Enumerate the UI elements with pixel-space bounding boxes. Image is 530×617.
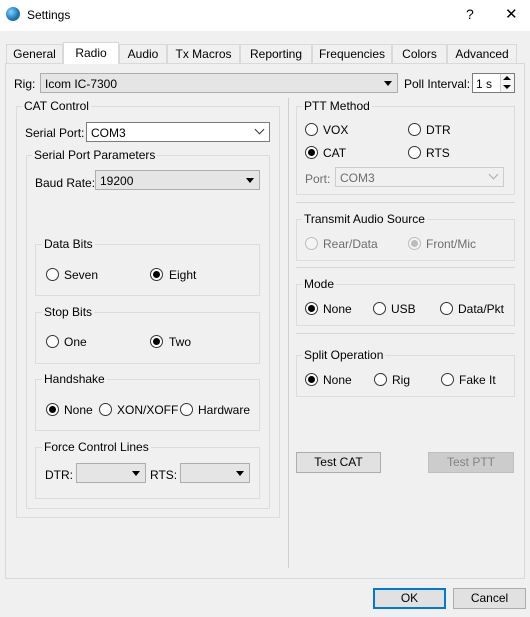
stop-bits-one-radio[interactable] <box>46 335 59 348</box>
stop-bits-title: Stop Bits <box>42 305 95 319</box>
handshake-none-radio[interactable] <box>46 403 59 416</box>
split-none-label: None <box>323 373 352 387</box>
ptt-vox-label: VOX <box>323 123 349 137</box>
mode-usb-radio[interactable] <box>373 302 386 315</box>
rig-label: Rig: <box>14 77 36 91</box>
ptt-cat-radio[interactable] <box>305 146 318 159</box>
tx-audio-front-radio[interactable] <box>408 237 421 250</box>
tab-advanced[interactable]: Advanced <box>447 44 517 63</box>
tab-reporting[interactable]: Reporting <box>240 44 312 63</box>
window-title: Settings <box>27 8 71 22</box>
serial-port-parameters-title: Serial Port Parameters <box>32 148 158 162</box>
split-rig-radio[interactable] <box>374 373 387 386</box>
force-control-lines-title: Force Control Lines <box>42 440 151 454</box>
ptt-cat-label: CAT <box>323 146 347 160</box>
dtr-label: DTR: <box>45 468 73 482</box>
mode-none-radio[interactable] <box>305 302 318 315</box>
dropdown-arrow-icon <box>246 178 254 183</box>
ptt-port-label: Port: <box>305 172 331 186</box>
tab-tx-macros[interactable]: Tx Macros <box>167 44 240 63</box>
rts-label: RTS: <box>150 468 178 482</box>
serial-port-label: Serial Port: <box>25 126 85 140</box>
data-bits-title: Data Bits <box>42 237 95 251</box>
mode-title: Mode <box>302 277 337 291</box>
dropdown-arrow-icon <box>132 471 140 476</box>
transmit-audio-source-title: Transmit Audio Source <box>302 212 427 226</box>
handshake-xonxoff-label: XON/XOFF <box>117 403 179 417</box>
handshake-none-label: None <box>64 403 93 417</box>
column-divider <box>288 98 289 568</box>
handshake-hardware-label: Hardware <box>198 403 251 417</box>
rts-select[interactable] <box>180 463 250 483</box>
tab-colors[interactable]: Colors <box>392 44 447 63</box>
dropdown-arrow-icon <box>236 471 244 476</box>
ptt-rts-label: RTS <box>426 146 450 160</box>
dropdown-arrow-icon <box>384 81 392 86</box>
close-icon[interactable]: ✕ <box>505 5 518 23</box>
ptt-dtr-label: DTR <box>426 123 451 137</box>
stop-bits-one-label: One <box>64 335 87 349</box>
baud-rate-value: 19200 <box>100 174 134 188</box>
mode-none-label: None <box>323 302 352 316</box>
tab-audio[interactable]: Audio <box>119 44 167 63</box>
tx-audio-rear-radio[interactable] <box>305 237 318 250</box>
serial-port-select[interactable]: COM3 <box>86 122 270 142</box>
tx-audio-rear-label: Rear/Data <box>323 237 378 251</box>
test-cat-button[interactable]: Test CAT <box>296 452 381 473</box>
test-ptt-button[interactable]: Test PTT <box>428 452 514 473</box>
ptt-port-select[interactable]: COM3 <box>335 167 504 187</box>
handshake-hardware-radio[interactable] <box>180 403 193 416</box>
ptt-method-title: PTT Method <box>302 99 372 113</box>
mode-usb-label: USB <box>391 302 416 316</box>
rig-select-value: Icom IC-7300 <box>45 77 118 91</box>
handshake-title: Handshake <box>42 372 107 386</box>
split-rig-label: Rig <box>392 373 411 387</box>
ok-button[interactable]: OK <box>373 588 446 609</box>
baud-rate-select[interactable]: 19200 <box>95 170 260 190</box>
poll-interval-spinner[interactable]: 1 s <box>472 73 515 93</box>
chevron-down-icon <box>254 124 265 135</box>
split-none-radio[interactable] <box>305 373 318 386</box>
ptt-rts-radio[interactable] <box>408 146 421 159</box>
dtr-select[interactable] <box>76 463 146 483</box>
cat-control-title: CAT Control <box>22 99 91 113</box>
split-fakeit-radio[interactable] <box>441 373 454 386</box>
data-bits-seven-label: Seven <box>64 268 99 282</box>
stop-bits-two-label: Two <box>169 335 192 349</box>
separator <box>296 333 515 334</box>
baud-rate-label: Baud Rate: <box>35 176 96 190</box>
separator <box>296 267 515 268</box>
poll-interval-value: 1 s <box>476 77 493 91</box>
app-globe-icon <box>6 7 20 21</box>
serial-port-value: COM3 <box>91 126 126 140</box>
split-operation-title: Split Operation <box>302 348 386 362</box>
rig-select[interactable]: Icom IC-7300 <box>40 73 398 93</box>
mode-datapkt-radio[interactable] <box>440 302 453 315</box>
poll-interval-label: Poll Interval: <box>404 77 471 91</box>
ptt-vox-radio[interactable] <box>305 123 318 136</box>
stop-bits-two-radio[interactable] <box>150 335 163 348</box>
mode-datapkt-label: Data/Pkt <box>458 302 505 316</box>
data-bits-seven-radio[interactable] <box>46 268 59 281</box>
tx-audio-front-label: Front/Mic <box>426 237 477 251</box>
title-bar <box>0 0 530 31</box>
chevron-down-icon <box>488 169 499 180</box>
split-fakeit-label: Fake It <box>459 373 496 387</box>
cancel-button[interactable]: Cancel <box>453 588 526 609</box>
separator <box>296 202 515 203</box>
ptt-dtr-radio[interactable] <box>408 123 421 136</box>
tab-frequencies[interactable]: Frequencies <box>312 44 392 63</box>
handshake-xonxoff-radio[interactable] <box>99 403 112 416</box>
tab-radio[interactable]: Radio <box>63 42 119 64</box>
help-button[interactable]: ? <box>466 6 474 22</box>
data-bits-eight-label: Eight <box>169 268 197 282</box>
tab-general[interactable]: General <box>6 44 63 63</box>
spinner-arrows-icon[interactable] <box>500 74 514 92</box>
ptt-port-value: COM3 <box>340 171 375 185</box>
data-bits-eight-radio[interactable] <box>150 268 163 281</box>
